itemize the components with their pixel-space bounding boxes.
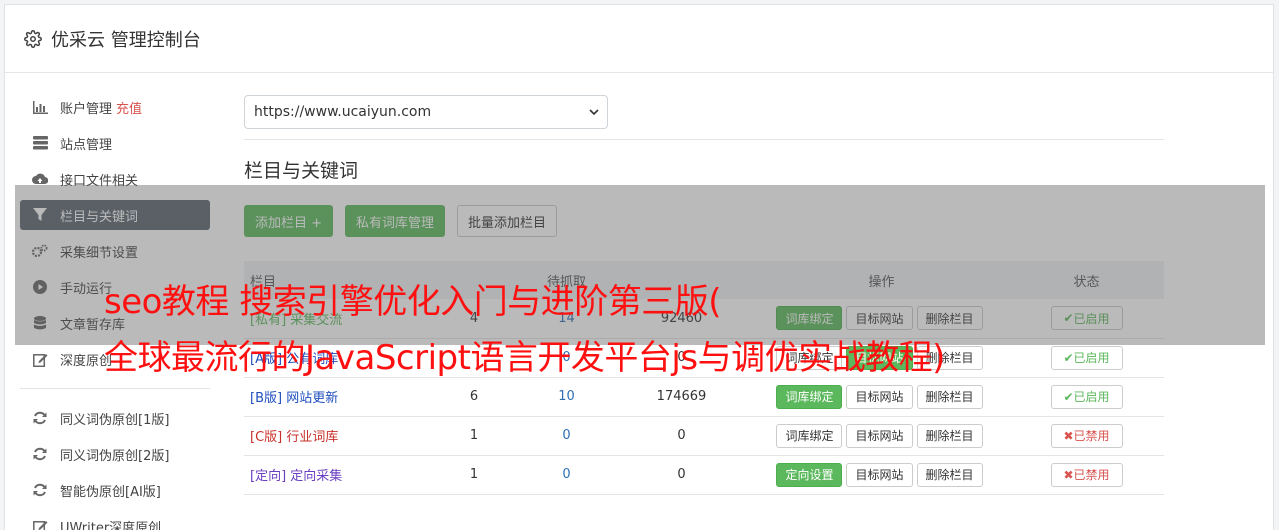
close-icon: ✖ xyxy=(1063,467,1074,482)
close-icon: ✖ xyxy=(1063,428,1074,443)
bind-lib-button[interactable]: 词库绑定 xyxy=(776,384,843,409)
overlay-text-line2: 全球最流行的JavaScript语言开发平台js与调优实战教程) xyxy=(104,338,945,378)
table-row: [C版] 行业词库 1 0 0 词库绑定 目标网站 删除栏目 ✖ 已禁用 xyxy=(244,416,1164,456)
sidebar-item-synonym-v1[interactable]: 同义词伪原创[1版] xyxy=(20,403,210,433)
recharge-link[interactable]: 充值 xyxy=(116,98,142,117)
row-pending[interactable]: 0 xyxy=(524,416,609,456)
target-site-button[interactable]: 目标网站 xyxy=(846,384,913,409)
server-icon xyxy=(32,135,48,151)
refresh-icon xyxy=(32,446,48,462)
refresh-icon xyxy=(32,410,48,426)
delete-column-button[interactable]: 删除栏目 xyxy=(916,384,983,409)
row-count: 6 xyxy=(424,377,524,417)
sidebar-item-label: UWriter深度原创 xyxy=(60,520,162,530)
site-select-value: https://www.ucaiyun.com xyxy=(254,104,432,120)
sidebar-item-uwriter[interactable]: UWriter深度原创 xyxy=(20,511,210,530)
table-row: [B版] 网站更新 6 10 174669 词库绑定 目标网站 删除栏目 ✔ 已启用 xyxy=(244,377,1164,417)
check-icon: ✔ xyxy=(1063,350,1074,365)
sidebar-item-label: 智能伪原创[AI版] xyxy=(60,484,161,500)
sidebar-item-ai-rewrite[interactable]: 智能伪原创[AI版] xyxy=(20,475,210,505)
row-tag: [B版] xyxy=(250,391,283,406)
row-total: 174669 xyxy=(609,377,754,417)
row-name[interactable]: 行业词库 xyxy=(286,430,338,445)
direct-settings-button[interactable]: 定向设置 xyxy=(776,462,843,487)
chevron-down-icon xyxy=(589,104,599,120)
sidebar-item-synonym-v2[interactable]: 同义词伪原创[2版] xyxy=(20,439,210,469)
target-site-button[interactable]: 目标网站 xyxy=(846,423,913,448)
delete-column-button[interactable]: 删除栏目 xyxy=(916,423,983,448)
row-name[interactable]: 定向采集 xyxy=(290,469,342,484)
sidebar-item-label: 同义词伪原创[2版] xyxy=(60,448,170,464)
sidebar-item-label: 站点管理 xyxy=(60,137,113,153)
header: 优采云 管理控制台 xyxy=(5,5,1273,73)
status-toggle[interactable]: ✖ 已禁用 xyxy=(1050,423,1123,448)
refresh-icon xyxy=(32,482,48,498)
row-tag: [C版] xyxy=(250,430,283,445)
sidebar-item-sites[interactable]: 站点管理 xyxy=(20,128,210,158)
row-total: 0 xyxy=(609,455,754,495)
app-title: 优采云 管理控制台 xyxy=(51,29,201,51)
sidebar-item-account[interactable]: 账户管理 充值 xyxy=(20,92,210,122)
section-title: 栏目与关键词 xyxy=(244,160,359,182)
row-total: 0 xyxy=(609,416,754,456)
table-row: [定向] 定向采集 1 0 0 定向设置 目标网站 删除栏目 ✖ 已禁用 xyxy=(244,455,1164,495)
delete-column-button[interactable]: 删除栏目 xyxy=(916,462,983,487)
row-name[interactable]: 网站更新 xyxy=(286,391,338,406)
row-count: 1 xyxy=(424,416,524,456)
sidebar-item-label: 账户管理 xyxy=(60,101,113,117)
edit-icon xyxy=(32,518,48,530)
row-pending[interactable]: 0 xyxy=(524,455,609,495)
row-pending[interactable]: 10 xyxy=(524,377,609,417)
overlay-text-line1: seo教程 搜索引擎优化入门与进阶第三版( xyxy=(104,282,722,322)
row-tag: [定向] xyxy=(250,469,287,484)
sidebar-item-label: 同义词伪原创[1版] xyxy=(60,412,170,428)
bar-chart-icon xyxy=(32,99,48,115)
target-site-button[interactable]: 目标网站 xyxy=(846,462,913,487)
check-icon: ✔ xyxy=(1063,389,1074,404)
bind-lib-button[interactable]: 词库绑定 xyxy=(776,423,843,448)
status-toggle[interactable]: ✖ 已禁用 xyxy=(1050,462,1123,487)
edit-icon xyxy=(32,351,48,367)
gear-icon xyxy=(23,29,43,49)
site-select[interactable]: https://www.ucaiyun.com xyxy=(244,95,608,129)
row-count: 1 xyxy=(424,455,524,495)
divider xyxy=(244,139,1164,140)
sidebar-divider xyxy=(20,388,210,389)
status-toggle[interactable]: ✔ 已启用 xyxy=(1050,384,1123,409)
status-toggle[interactable]: ✔ 已启用 xyxy=(1050,345,1123,370)
